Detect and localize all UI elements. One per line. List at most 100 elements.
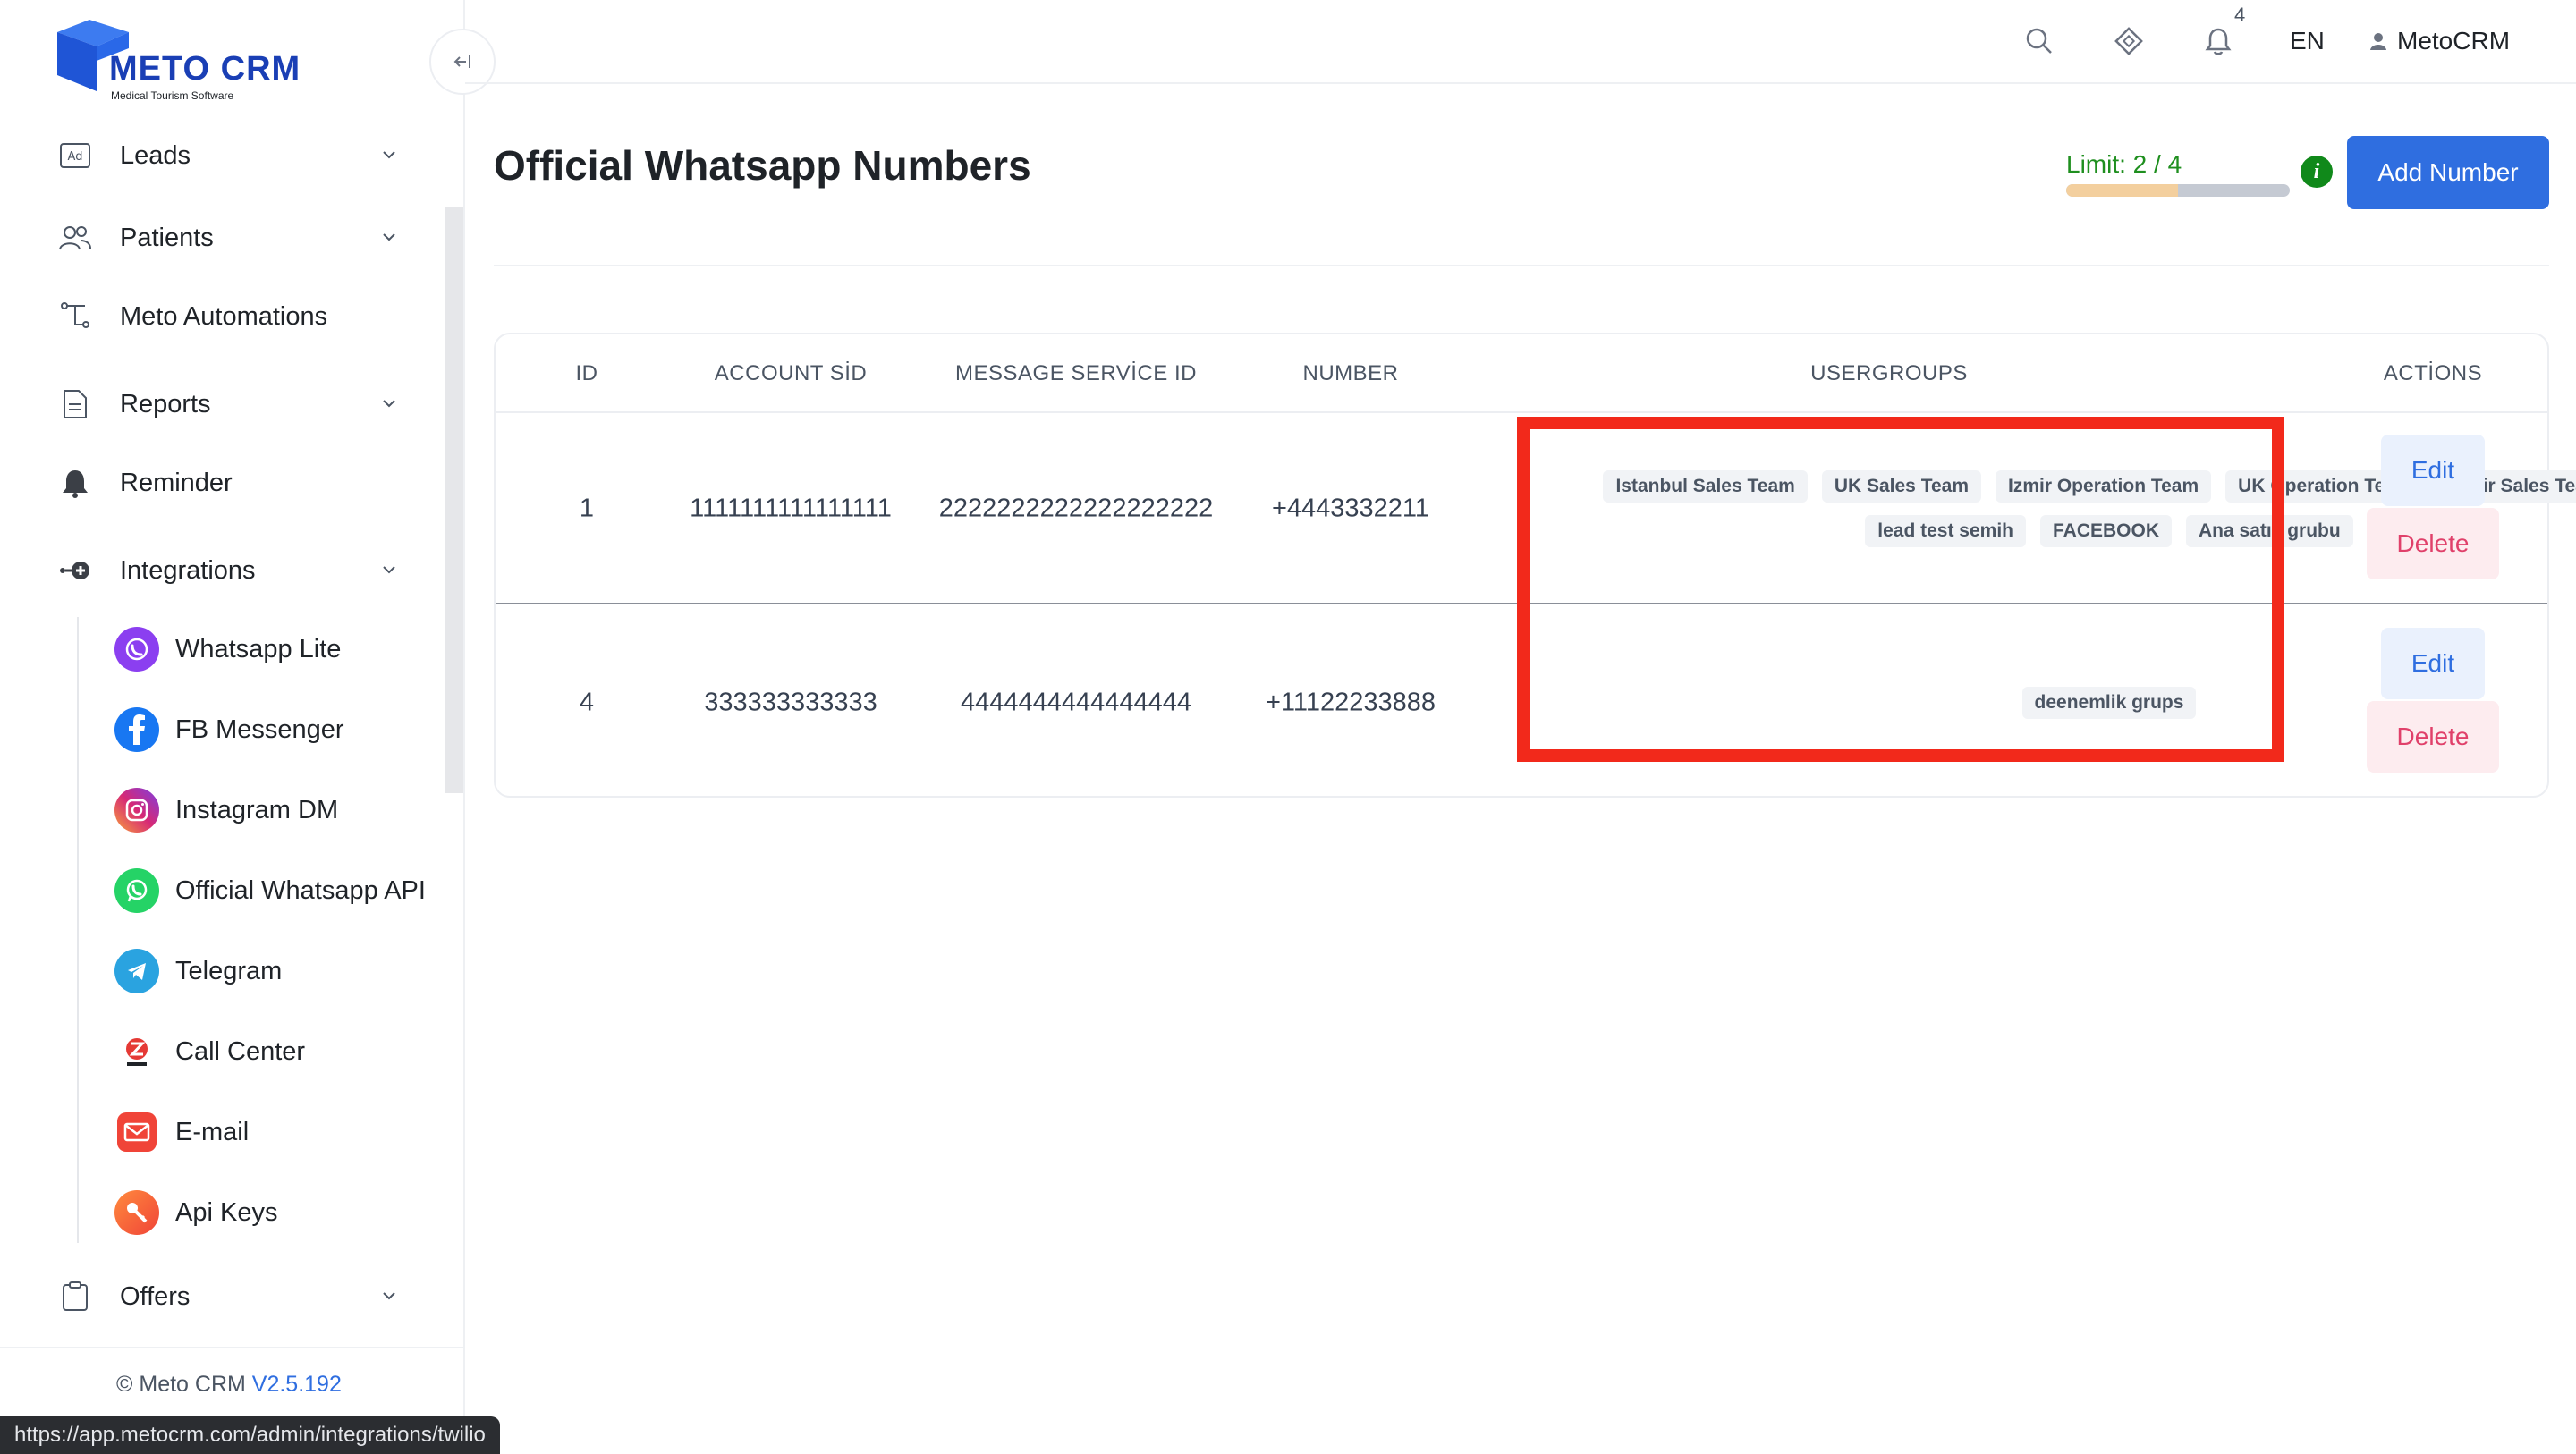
logo[interactable]: METO CRM Medical Tourism Software	[48, 13, 326, 102]
numbers-table: ID ACCOUNT SİD MESSAGE SERVİCE ID NUMBER…	[494, 333, 2576, 798]
header-message-service-id[interactable]: MESSAGE SERVİCE ID	[955, 361, 1197, 386]
facebook-icon	[114, 707, 159, 752]
sidebar-item-patients[interactable]: Patients	[59, 211, 399, 265]
search-icon[interactable]	[2023, 25, 2055, 57]
cell-id: 1	[579, 494, 595, 523]
version-link[interactable]: V2.5.192	[252, 1372, 342, 1397]
header-number[interactable]: NUMBER	[1302, 361, 1398, 386]
submenu-guide-line	[77, 617, 79, 1243]
notification-count-badge: 4	[2234, 4, 2246, 26]
status-bar-url: https://app.metocrm.com/admin/integratio…	[0, 1416, 500, 1454]
document-icon	[59, 388, 91, 420]
cell-id: 4	[579, 688, 595, 717]
usergroup-chip: deenemlik grups	[2021, 687, 2197, 719]
sidebar-item-label: Integrations	[120, 555, 256, 585]
cell-account-sid: 1111111111111111	[690, 494, 892, 523]
sidebar-item-offers[interactable]: Offers	[59, 1270, 399, 1323]
logo-text: METO CRM	[109, 50, 301, 88]
sidebar-subitem-api-keys[interactable]: Api Keys	[114, 1188, 277, 1238]
cell-message-service-id: 2222222222222222222	[938, 494, 1214, 523]
whatsapp-lite-icon	[114, 627, 159, 672]
sidebar-item-leads[interactable]: Ad Leads	[59, 129, 399, 182]
sidebar-item-label: Meto Automations	[120, 301, 328, 331]
automation-icon	[59, 300, 91, 333]
table-row: 1 1111111111111111 2222222222222222222 +…	[496, 413, 2576, 604]
usergroup-chip: lead test semih	[1865, 515, 2026, 547]
info-icon[interactable]: i	[2301, 156, 2333, 188]
delete-button[interactable]: Delete	[2367, 508, 2499, 579]
page-title: Official Whatsapp Numbers	[494, 142, 1031, 189]
usergroup-chip: Istanbul Sales Team	[1603, 470, 1808, 503]
chevron-down-icon	[383, 566, 395, 574]
cell-number: +11122233888	[1265, 688, 1436, 717]
chevron-down-icon	[383, 1292, 395, 1300]
sidebar-item-reports[interactable]: Reports	[59, 377, 399, 431]
delete-button[interactable]: Delete	[2367, 701, 2499, 773]
edit-button[interactable]: Edit	[2381, 628, 2485, 699]
integrations-icon	[59, 554, 91, 587]
sidebar-item-label: Patients	[120, 223, 214, 252]
header-divider	[494, 265, 2549, 266]
sidebar-item-integrations[interactable]: Integrations	[59, 544, 399, 597]
sidebar-subitem-label: Official Whatsapp API	[175, 875, 426, 905]
copyright-label: © Meto CRM	[116, 1372, 246, 1397]
sidebar-subitem-email[interactable]: E-mail	[114, 1107, 249, 1157]
whatsapp-icon	[114, 868, 159, 913]
telegram-icon	[114, 949, 159, 993]
sidebar-scrollbar[interactable]	[445, 207, 463, 793]
user-icon	[2370, 33, 2386, 50]
edit-button[interactable]: Edit	[2381, 435, 2485, 506]
sidebar-subitem-label: FB Messenger	[175, 714, 344, 744]
instagram-icon	[114, 788, 159, 833]
usergroup-chip: UK Sales Team	[1821, 470, 1981, 503]
sidebar-subitem-label: E-mail	[175, 1117, 250, 1146]
sidebar-subitem-whatsapp-lite[interactable]: Whatsapp Lite	[114, 624, 341, 674]
add-number-button[interactable]: Add Number	[2347, 136, 2549, 209]
table-header: ID ACCOUNT SİD MESSAGE SERVİCE ID NUMBER…	[496, 334, 2547, 413]
diamond-icon[interactable]	[2113, 25, 2145, 57]
sidebar-item-label: Leads	[120, 140, 191, 170]
header-actions: ACTİONS	[2383, 361, 2483, 385]
cell-message-service-id: 4444444444444444	[960, 688, 1192, 717]
chevron-down-icon	[383, 400, 395, 408]
sidebar: METO CRM Medical Tourism Software Ad Lea…	[0, 0, 465, 1454]
user-menu[interactable]: MetoCRM	[2368, 27, 2510, 55]
usergroup-chip: FACEBOOK	[2040, 515, 2173, 547]
users-icon	[59, 222, 91, 254]
sidebar-item-meto-automations[interactable]: Meto Automations	[59, 290, 399, 343]
sidebar-subitem-fb-messenger[interactable]: FB Messenger	[114, 705, 344, 755]
svg-text:Ad: Ad	[68, 150, 83, 164]
chevron-down-icon	[383, 233, 395, 241]
header-account-sid[interactable]: ACCOUNT SİD	[715, 361, 867, 386]
sidebar-subitem-instagram-dm[interactable]: Instagram DM	[114, 785, 338, 835]
sidebar-subitem-label: Call Center	[175, 1036, 306, 1066]
table-row: 4 333333333333 4444444444444444 +1112223…	[496, 606, 2547, 796]
header-usergroups[interactable]: USERGROUPS	[1810, 361, 1968, 386]
copyright-text: © Meto CRM V2.5.192	[116, 1372, 342, 1398]
email-icon	[117, 1112, 157, 1152]
sidebar-item-label: Reports	[120, 389, 211, 418]
bell-icon	[59, 467, 91, 499]
notification-bell-icon[interactable]	[2202, 25, 2234, 57]
sidebar-item-label: Reminder	[120, 468, 233, 497]
header-id[interactable]: ID	[576, 361, 598, 386]
clipboard-icon	[59, 1281, 91, 1313]
sidebar-subitem-label: Telegram	[175, 956, 283, 985]
sidebar-item-label: Offers	[120, 1281, 191, 1311]
usergroup-chip: Ana satış grubu	[2186, 515, 2353, 547]
sidebar-subitem-telegram[interactable]: Telegram	[114, 946, 282, 996]
sidebar-item-reminder[interactable]: Reminder	[59, 456, 399, 510]
sidebar-subitem-call-center[interactable]: Call Center	[114, 1027, 305, 1077]
topbar	[465, 0, 2576, 84]
sidebar-subitem-official-whatsapp-api[interactable]: Official Whatsapp API	[114, 866, 426, 916]
zadarma-icon	[114, 1029, 159, 1074]
sidebar-subitem-label: Instagram DM	[175, 795, 339, 824]
ad-icon: Ad	[59, 139, 91, 172]
sidebar-subitem-label: Api Keys	[175, 1197, 278, 1227]
sidebar-subitem-label: Whatsapp Lite	[175, 634, 342, 664]
cell-account-sid: 333333333333	[704, 688, 877, 717]
user-name: MetoCRM	[2397, 27, 2511, 55]
chevron-down-icon	[383, 151, 395, 159]
language-selector[interactable]: EN	[2290, 27, 2325, 55]
limit-label: Limit: 2 / 4	[2066, 150, 2182, 178]
